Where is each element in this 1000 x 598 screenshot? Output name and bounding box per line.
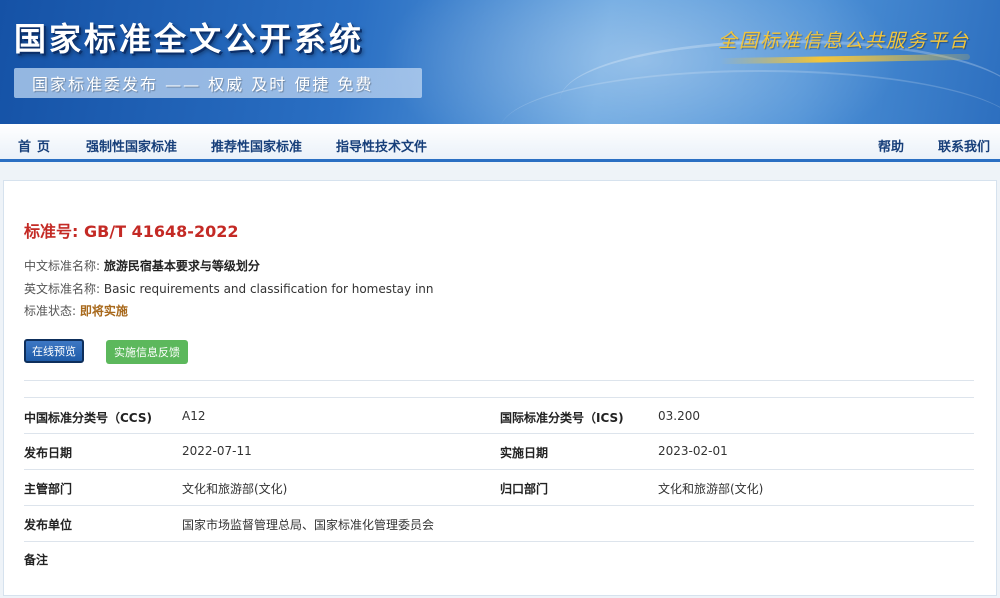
publish-date-value: 2022-07-11 bbox=[182, 444, 252, 458]
cn-name-line: 中文标准名称: 旅游民宿基本要求与等级划分 bbox=[24, 257, 260, 274]
online-preview-button[interactable]: 在线预览 bbox=[24, 339, 84, 363]
authority-label: 主管部门 bbox=[24, 482, 73, 496]
centralized-dept-label: 归口部门 bbox=[500, 482, 549, 496]
ccs-value: A12 bbox=[182, 409, 206, 423]
nav-home[interactable]: 首页 bbox=[18, 136, 56, 155]
status-label: 标准状态: bbox=[24, 304, 77, 318]
ics-label: 国际标准分类号（ICS) bbox=[500, 411, 624, 425]
divider bbox=[24, 505, 974, 506]
divider bbox=[24, 433, 974, 434]
divider bbox=[24, 541, 974, 542]
publish-date-label: 发布日期 bbox=[24, 446, 73, 460]
ccs-label: 中国标准分类号（CCS) bbox=[24, 411, 152, 425]
authority-value: 文化和旅游部(文化) bbox=[182, 482, 288, 496]
implement-date-value: 2023-02-01 bbox=[658, 444, 728, 458]
status-line: 标准状态: 即将实施 bbox=[24, 302, 128, 319]
divider bbox=[24, 397, 974, 398]
nav-left: 首页 强制性国家标准 推荐性国家标准 指导性技术文件 bbox=[18, 136, 461, 155]
standard-number-value: GB/T 41648-2022 bbox=[83, 222, 239, 241]
divider bbox=[24, 469, 974, 470]
nav-mandatory-standards[interactable]: 强制性国家标准 bbox=[86, 136, 177, 155]
publisher-label: 发布单位 bbox=[24, 518, 73, 532]
platform-name: 全国标准信息公共服务平台 bbox=[718, 30, 971, 52]
cn-name-label: 中文标准名称: bbox=[24, 259, 101, 273]
nav-contact[interactable]: 联系我们 bbox=[938, 136, 990, 155]
nav-guidance-documents[interactable]: 指导性技术文件 bbox=[336, 136, 427, 155]
header-banner: 国家标准全文公开系统 国家标准委发布 —— 权威 及时 便捷 免费 全国标准信息… bbox=[0, 0, 1000, 124]
site-title: 国家标准全文公开系统 bbox=[14, 20, 365, 58]
site-subtitle: 国家标准委发布 —— 权威 及时 便捷 免费 bbox=[14, 68, 422, 98]
en-name-line: 英文标准名称: Basic requirements and classific… bbox=[24, 280, 434, 297]
publisher-value: 国家市场监督管理总局、国家标准化管理委员会 bbox=[182, 518, 435, 532]
implement-date-label: 实施日期 bbox=[500, 446, 549, 460]
main-nav: 首页 强制性国家标准 推荐性国家标准 指导性技术文件 帮助 联系我们 bbox=[0, 124, 1000, 162]
ics-value: 03.200 bbox=[658, 409, 700, 423]
divider bbox=[24, 380, 974, 381]
centralized-dept-value: 文化和旅游部(文化) bbox=[658, 482, 764, 496]
nav-help[interactable]: 帮助 bbox=[878, 136, 904, 155]
nav-recommended-standards[interactable]: 推荐性国家标准 bbox=[211, 136, 302, 155]
cn-name-value: 旅游民宿基本要求与等级划分 bbox=[103, 259, 260, 273]
nav-right: 帮助 联系我们 bbox=[844, 136, 990, 155]
standard-number-label: 标准号: bbox=[24, 222, 79, 241]
standard-detail-card: 标准号: GB/T 41648-2022 中文标准名称: 旅游民宿基本要求与等级… bbox=[3, 180, 997, 596]
standard-number: 标准号: GB/T 41648-2022 bbox=[24, 218, 238, 242]
implementation-feedback-button[interactable]: 实施信息反馈 bbox=[106, 340, 188, 364]
en-name-value: Basic requirements and classification fo… bbox=[103, 282, 434, 296]
en-name-label: 英文标准名称: bbox=[24, 282, 101, 296]
remarks-label: 备注 bbox=[24, 553, 49, 567]
status-badge: 即将实施 bbox=[79, 304, 128, 318]
